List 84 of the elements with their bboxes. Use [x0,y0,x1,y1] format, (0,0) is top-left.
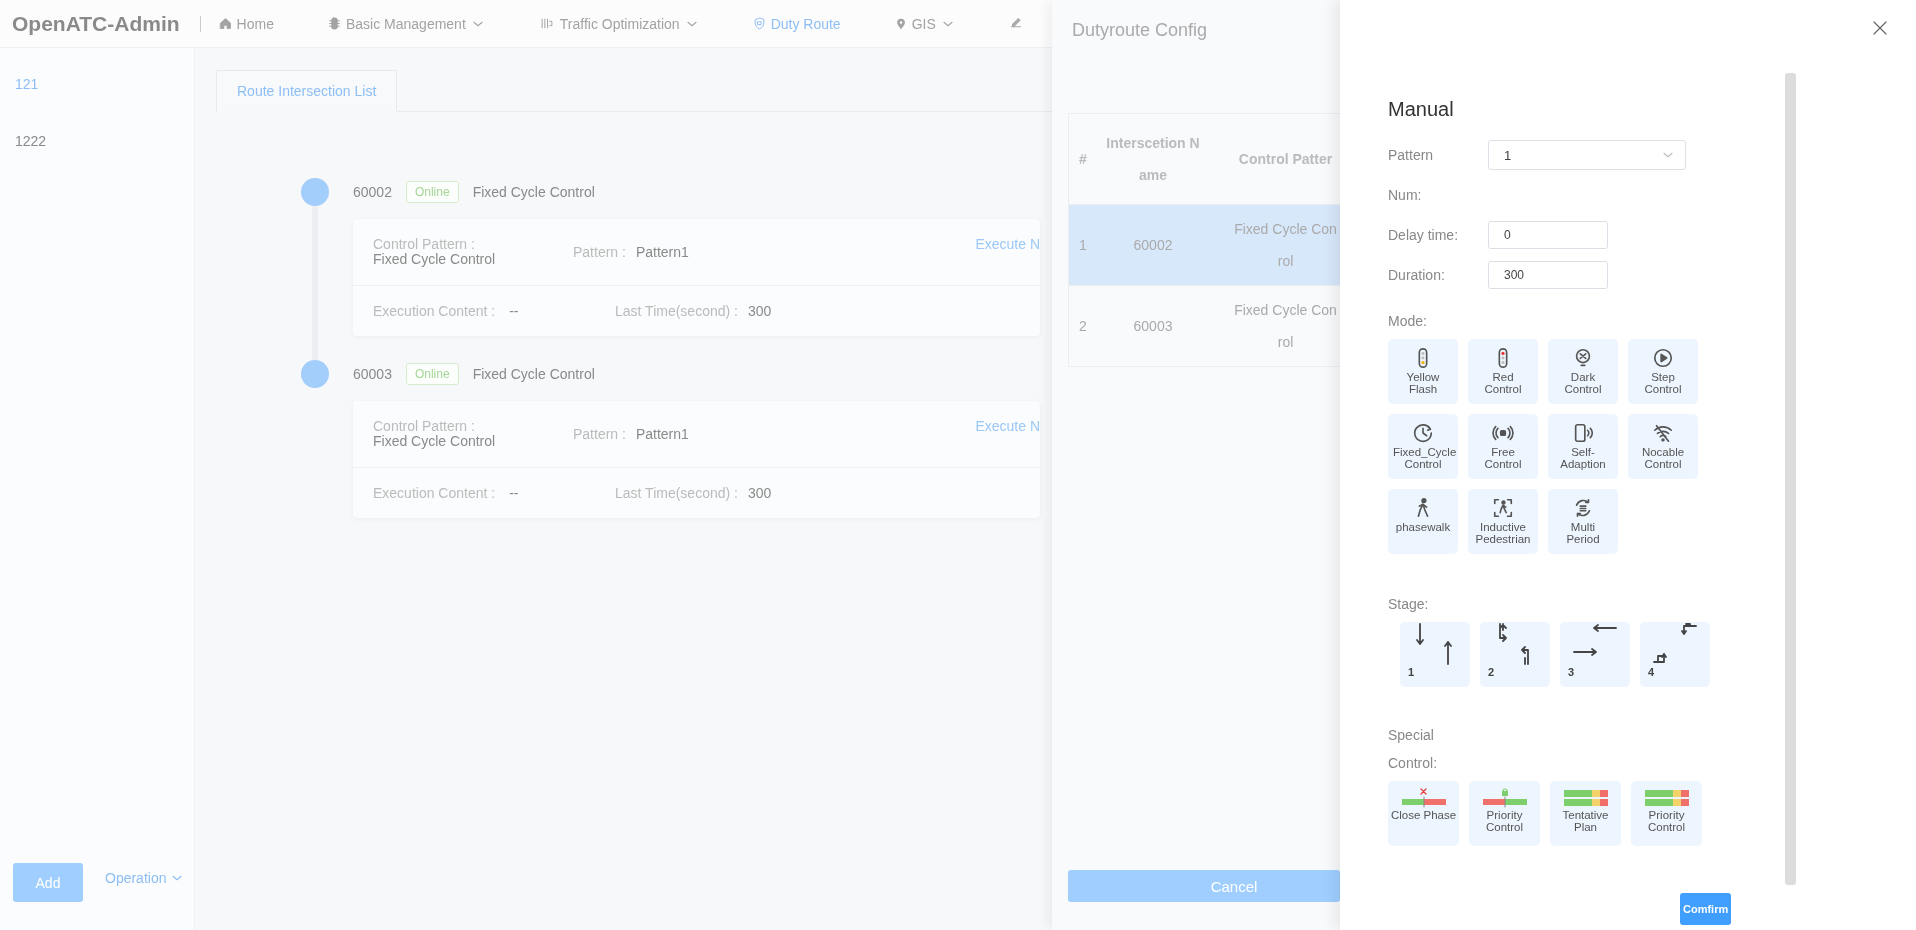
field-label: Num: [1388,187,1423,203]
pedestrian-frame-icon [1492,497,1514,519]
special-control-button[interactable]: Close Phase [1388,781,1459,846]
play-icon [1652,347,1674,369]
clock-icon [1412,422,1434,444]
stage-button[interactable]: 2 [1480,622,1550,687]
mode-button[interactable]: phasewalk [1388,489,1458,554]
field-label: Last Time(second) : [615,303,738,319]
phase-bar-icon [1480,787,1529,809]
table-cell: 2 [1068,285,1102,367]
status-tag: Online [405,181,459,203]
field-value: Fixed Cycle Control [373,434,497,449]
arrows-icon [1650,622,1700,666]
table-cell-line: Fixed Cycle Con [1233,220,1338,239]
field-label: Duration: [1388,267,1446,283]
drawer-title: Dutyroute Config [1071,19,1209,42]
table-cell-line: rol [1276,333,1295,352]
field-value: Pattern1 [635,244,689,260]
mode-button[interactable]: Red Control [1468,339,1538,404]
column-header: # [1068,113,1102,205]
section-label: Mode: [1388,313,1428,329]
section-label: Stage: [1388,596,1430,612]
pin-icon [894,17,907,30]
table-cell: 1 [1068,204,1102,286]
scrollbar[interactable] [1785,73,1796,885]
special-control-button[interactable]: Priority Control [1631,781,1702,846]
control-mode: Fixed Cycle Control [472,366,595,382]
field-value: -- [509,485,519,501]
phase-bar-icon [1561,787,1610,809]
field-label: Pattern : [573,426,626,442]
field-label: Control Pattern : [373,237,476,252]
table-cell: 60002 [1102,204,1204,286]
stage-button[interactable]: 4 [1640,622,1710,687]
intersection-id: 60002 [353,184,392,200]
special-control-button[interactable]: Priority Control [1469,781,1540,846]
phase-bar-icon [1642,787,1691,809]
field-value: Pattern1 [635,426,689,442]
control-mode: Fixed Cycle Control [472,184,595,200]
table-cell-line: rol [1276,252,1295,271]
field-label: Delay time: [1388,227,1460,243]
mode-button[interactable]: Fixed_Cycle Control [1388,414,1458,479]
home-icon [218,17,232,30]
table-cell: 60003 [1102,285,1204,367]
field-value: 300 [747,485,772,501]
section-title: Manual [1388,98,1455,121]
phone-waves-icon [1572,422,1594,444]
mode-button[interactable]: Self-Adaption [1548,414,1618,479]
section-label: Special Control: [1388,726,1439,773]
field-value: 300 [747,303,772,319]
mode-button[interactable]: Dark Control [1548,339,1618,404]
shield-icon [752,17,766,30]
stage-button[interactable]: 3 [1560,622,1630,687]
timeline-dot [301,178,329,206]
timeline-dot [301,360,329,388]
field-label: Pattern [1388,147,1435,163]
wifi-off-icon [1652,422,1674,444]
column-header: Interscetion Name [1102,113,1204,205]
field-label: Execution Content : [373,485,496,501]
special-control-button[interactable]: Tentative Plan [1550,781,1621,846]
status-tag: Online [405,363,459,385]
field-label: Last Time(second) : [615,485,738,501]
delay-input[interactable]: 0 [1488,221,1608,249]
table-cell-line: Fixed Cycle Con [1233,301,1338,320]
stage-button[interactable]: 1 [1400,622,1470,687]
mode-button[interactable]: Inductive Pedestrian [1468,489,1538,554]
column-header: Control Patter [1204,113,1368,205]
field-value: Fixed Cycle Control [373,252,497,267]
intersection-id: 60003 [353,366,392,382]
mode-button[interactable]: Multi Period [1548,489,1618,554]
mode-button[interactable]: Yellow Flash [1388,339,1458,404]
phase-bar-icon [1399,787,1448,809]
field-value: -- [509,303,519,319]
traffic-light-icon [327,17,341,30]
pattern-select[interactable]: 1 [1488,140,1686,170]
mode-button[interactable]: Step Control [1628,339,1698,404]
mode-button[interactable]: Nocable Control [1628,414,1698,479]
field-label: Control Pattern : [373,419,476,434]
app-logo: OpenATC-Admin [12,11,180,36]
x-icon [1872,20,1888,36]
field-label: Pattern : [573,244,626,260]
bars-icon [538,17,555,30]
duration-input[interactable]: 300 [1488,261,1608,289]
mode-button[interactable]: Free Control [1468,414,1538,479]
field-label: Execution Content : [373,303,496,319]
